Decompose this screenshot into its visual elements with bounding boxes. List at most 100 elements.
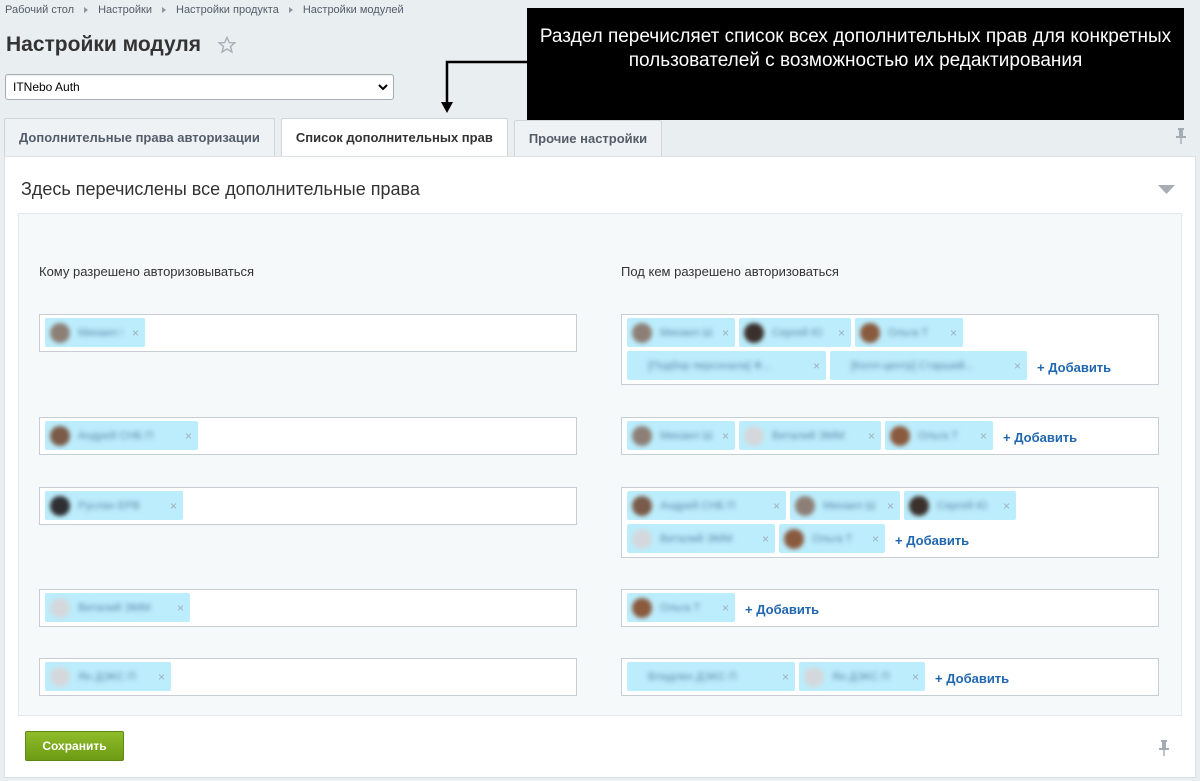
user-chip-name: Андрей СНБ П [660, 499, 736, 512]
star-icon[interactable] [218, 36, 237, 54]
user-chip[interactable]: Виталий ЭММ × [45, 593, 190, 622]
page-title: Настройки модуля [6, 33, 202, 56]
remove-icon[interactable]: × [132, 326, 139, 340]
user-chip[interactable]: Виталий ЭММ × [739, 421, 881, 450]
user-chip-name: Михаил Ш [78, 326, 122, 339]
add-user-button[interactable]: + Добавить [1003, 423, 1077, 452]
breadcrumb-item-module-settings[interactable]: Настройки модулей [303, 4, 404, 16]
breadcrumb-item-desktop[interactable]: Рабочий стол [5, 4, 74, 16]
user-chip[interactable]: [Подбор персонала] Ф... × [627, 351, 826, 380]
annotation-callout: Раздел перечисляет список всех дополните… [527, 8, 1184, 120]
remove-icon[interactable]: × [782, 670, 789, 684]
remove-icon[interactable]: × [813, 359, 820, 373]
remove-icon[interactable]: × [773, 499, 780, 513]
pin-icon[interactable] [1176, 128, 1186, 144]
user-chip[interactable]: Ян ДЭКС П × [45, 662, 171, 691]
tab-bar: Дополнительные права авторизации Список … [4, 118, 668, 156]
user-chip[interactable]: Ольга Т × [779, 524, 885, 553]
allowed-users-field[interactable]: Михаил Ш × [39, 314, 577, 352]
user-chip[interactable]: Ольга Т × [885, 421, 993, 450]
user-chip[interactable]: Ян ДЭКС П × [799, 662, 925, 691]
user-chip-name: Михаил Ш [660, 429, 712, 442]
remove-icon[interactable]: × [868, 429, 875, 443]
remove-icon[interactable]: × [722, 326, 729, 340]
allowed-users-field[interactable]: Ян ДЭКС П × [39, 658, 577, 696]
avatar [890, 425, 910, 446]
remove-icon[interactable]: × [838, 326, 845, 340]
remove-icon[interactable]: × [912, 670, 919, 684]
user-chip-name: [Подбор персонала] Ф... [648, 359, 772, 372]
allowed-users-field[interactable]: Виталий ЭММ × [39, 589, 577, 627]
user-chip[interactable]: Руслан ЕРВ × [45, 491, 183, 520]
user-chip-name: Андрей СНБ П [78, 429, 154, 442]
user-chip[interactable]: [Колл-центр] Старший... × [830, 351, 1027, 380]
user-chip[interactable]: Михаил Ш × [627, 318, 735, 347]
avatar [784, 528, 804, 549]
user-chip[interactable]: Ольга Т × [627, 593, 735, 622]
remove-icon[interactable]: × [980, 429, 987, 443]
tab-other-settings[interactable]: Прочие настройки [513, 120, 663, 156]
remove-icon[interactable]: × [1014, 359, 1021, 373]
module-select-value: ITNebo Auth [13, 80, 80, 94]
breadcrumb-item-product-settings[interactable]: Настройки продукта [176, 4, 279, 16]
user-chip-name: Михаил Ш [823, 499, 876, 512]
pin-icon[interactable] [1159, 740, 1169, 756]
add-user-button[interactable]: + Добавить [935, 664, 1009, 693]
remove-icon[interactable]: × [177, 601, 184, 615]
allowed-users-field[interactable]: Руслан ЕРВ × [39, 487, 577, 525]
avatar [632, 356, 640, 376]
user-chip-name: [Колл-центр] Старший... [851, 359, 974, 372]
user-chip[interactable]: Михаил Ш × [627, 421, 735, 450]
rights-table: Кому разрешено авторизовываться Под кем … [18, 213, 1182, 716]
avatar [632, 425, 652, 446]
avatar [50, 597, 70, 618]
module-select[interactable]: ITNebo Auth [5, 74, 394, 100]
user-chip-name: Ольга Т [888, 326, 929, 339]
remove-icon[interactable]: × [722, 601, 729, 615]
remove-icon[interactable]: × [158, 670, 165, 684]
user-chip-name: Ольга Т [812, 532, 853, 545]
user-chip[interactable]: Сергей Ю × [904, 491, 1016, 520]
user-chip-name: Михаил Ш [660, 326, 712, 339]
add-user-button[interactable]: + Добавить [745, 595, 819, 624]
user-chip[interactable]: Андрей СНБ П × [45, 421, 198, 450]
user-chip[interactable]: Михаил Ш × [790, 491, 900, 520]
remove-icon[interactable]: × [887, 499, 894, 513]
avatar [835, 356, 843, 376]
target-users-field[interactable]: Михаил Ш × Сергей Ю × Ольга Т × [Подбор персон… [621, 314, 1159, 385]
add-user-button[interactable]: + Добавить [1037, 353, 1111, 382]
user-chip[interactable]: Ольга Т × [855, 318, 963, 347]
target-users-field[interactable]: Ольга Т × + Добавить [621, 589, 1159, 627]
avatar [632, 495, 652, 516]
avatar [909, 495, 929, 516]
user-chip-name: Ольга Т [660, 601, 701, 614]
target-users-field[interactable]: Андрей СНБ П × Михаил Ш × Сергей Ю × Виталий Э… [621, 487, 1159, 558]
tab-rights-list[interactable]: Список дополнительных прав [280, 118, 508, 156]
tab-auth-rights[interactable]: Дополнительные права авторизации [4, 118, 275, 156]
section-title: Здесь перечислены все дополнительные пра… [21, 179, 420, 199]
user-chip-name: Ян ДЭКС П [78, 670, 136, 683]
user-chip[interactable]: Сергей Ю × [739, 318, 851, 347]
target-users-field[interactable]: Михаил Ш × Виталий ЭММ × Ольга Т × + Добавить [621, 417, 1159, 455]
remove-icon[interactable]: × [1003, 499, 1010, 513]
breadcrumb-item-settings[interactable]: Настройки [98, 4, 152, 16]
remove-icon[interactable]: × [950, 326, 957, 340]
breadcrumb: Рабочий стол Настройки Настройки продукт… [5, 4, 404, 16]
target-users-field[interactable]: Владлен ДЭКС П × Ян ДЭКС П × + Добавить [621, 658, 1159, 696]
remove-icon[interactable]: × [872, 532, 879, 546]
add-user-button[interactable]: + Добавить [895, 526, 969, 555]
remove-icon[interactable]: × [170, 499, 177, 513]
collapse-arrow-icon[interactable] [1158, 185, 1175, 194]
user-chip-name: Ольга Т [918, 429, 959, 442]
breadcrumb-separator-icon [288, 7, 293, 13]
remove-icon[interactable]: × [185, 429, 192, 443]
user-chip[interactable]: Андрей СНБ П × [627, 491, 786, 520]
user-chip[interactable]: Владлен ДЭКС П × [627, 662, 795, 691]
remove-icon[interactable]: × [762, 532, 769, 546]
user-chip[interactable]: Виталий ЭММ × [627, 524, 775, 553]
remove-icon[interactable]: × [722, 429, 729, 443]
save-button[interactable]: Сохранить [25, 731, 124, 761]
allowed-users-field[interactable]: Андрей СНБ П × [39, 417, 577, 455]
user-chip[interactable]: Михаил Ш × [45, 318, 145, 347]
settings-panel: Здесь перечислены все дополнительные пра… [4, 156, 1196, 778]
